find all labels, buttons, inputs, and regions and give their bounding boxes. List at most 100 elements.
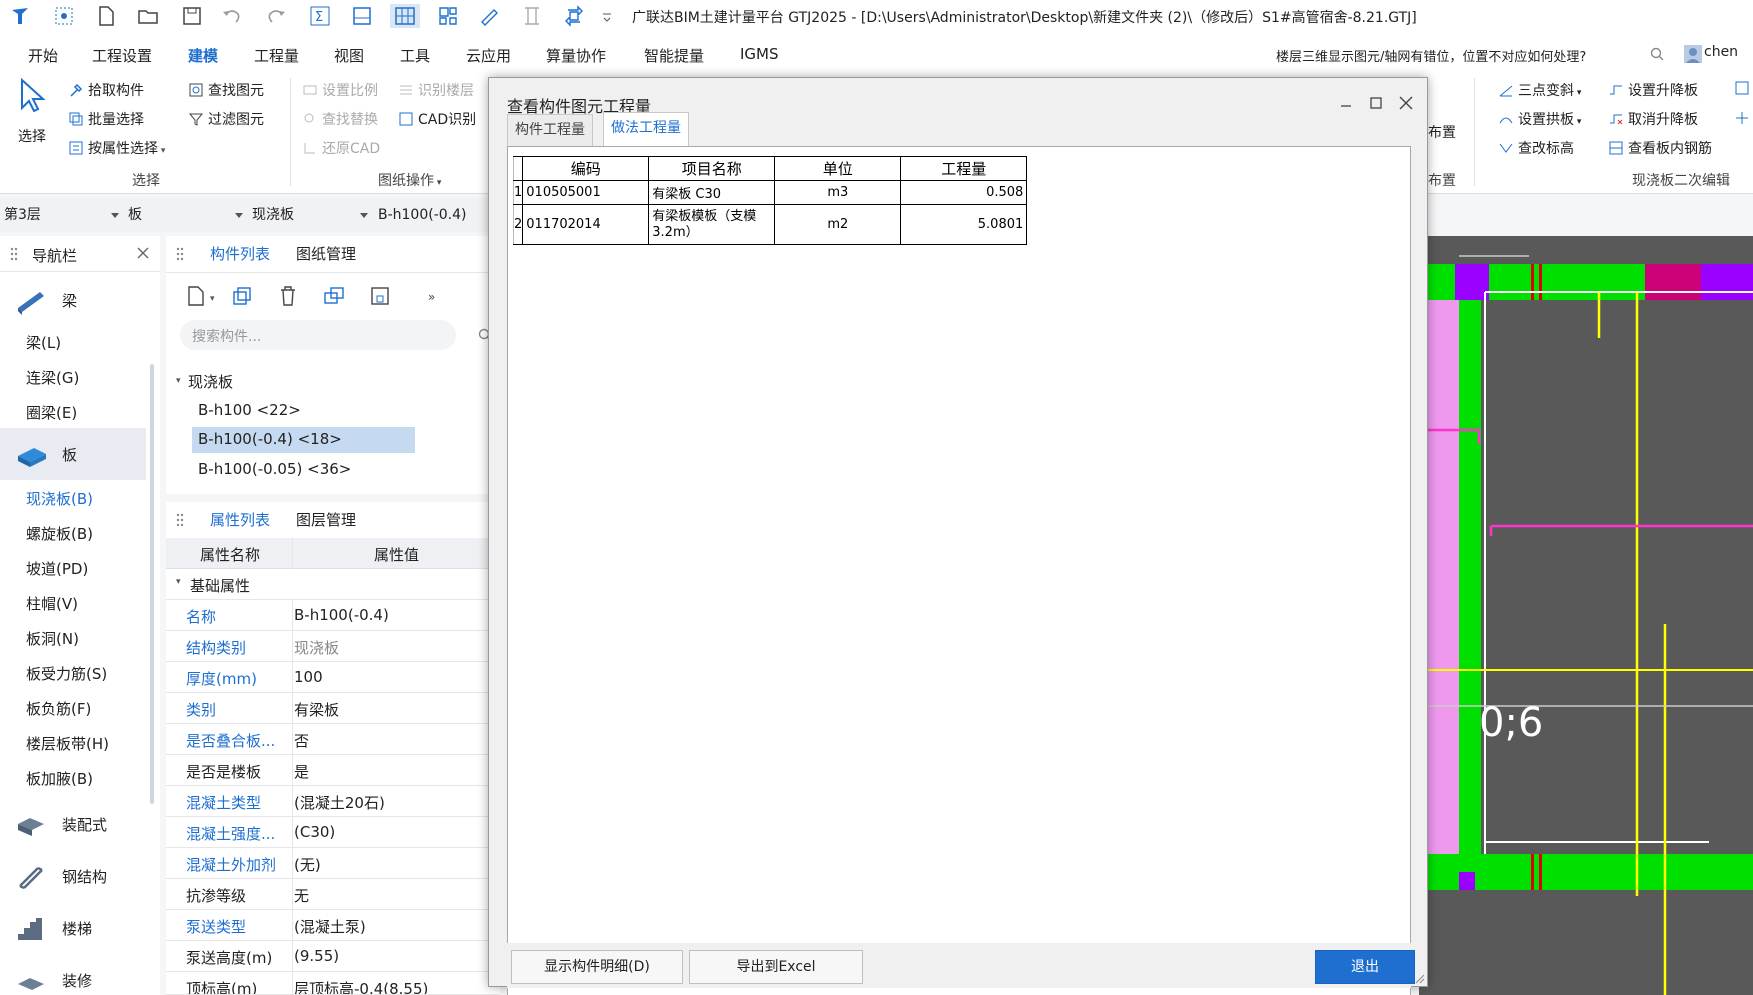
new-file-icon[interactable]	[94, 4, 118, 28]
cancel-raise-button[interactable]: 取消升降板	[1608, 109, 1698, 129]
property-row[interactable]: 名称 B-h100(-0.4)	[166, 600, 500, 631]
tree-item-component-selected[interactable]: B-h100(-0.4) <18>	[198, 430, 342, 448]
select-frame-icon[interactable]	[52, 4, 76, 28]
drag-handle-icon[interactable]	[176, 247, 184, 261]
new-component-icon[interactable]	[184, 284, 208, 308]
check-elevation-button[interactable]: 查改标高	[1498, 138, 1574, 158]
property-value[interactable]: 层顶标高-0.4(8.55)	[294, 978, 428, 994]
property-section-basic[interactable]: ▾ 基础属性	[166, 569, 500, 600]
property-value[interactable]: B-h100(-0.4)	[294, 606, 389, 624]
property-value[interactable]: 100	[294, 668, 323, 686]
menu-view[interactable]: 视图	[334, 45, 364, 66]
property-row[interactable]: 类别 有梁板	[166, 693, 500, 724]
drawing-canvas[interactable]: 0;6	[1419, 236, 1753, 995]
property-row[interactable]: 混凝土类型 (混凝土20石)	[166, 786, 500, 817]
set-scale-button[interactable]: 设置比例	[302, 80, 378, 100]
nav-item-spiral-slab[interactable]: 螺旋板(B)	[26, 523, 93, 544]
table-row[interactable]: 1 010505001 有梁板 C30 m3 0.508	[512, 180, 1028, 205]
more-tools-icon[interactable]	[1734, 110, 1750, 126]
property-value[interactable]: (9.55)	[294, 947, 339, 965]
grid-icon[interactable]	[390, 4, 420, 28]
nav-scrollbar[interactable]	[150, 364, 154, 804]
nav-item-floor-strip[interactable]: 楼层板带(H)	[26, 733, 109, 754]
view-rebar-button[interactable]: 查看板内钢筋	[1608, 138, 1712, 158]
table-row[interactable]: 2 011702014 有梁板模板（支模3.2m） m2 5.0801	[512, 204, 1028, 245]
nav-category-steel[interactable]: 钢结构	[0, 850, 146, 902]
close-icon[interactable]	[1395, 92, 1417, 114]
menu-quantity[interactable]: 工程量	[254, 45, 299, 66]
nav-item-ring-beam[interactable]: 圈梁(E)	[26, 402, 77, 423]
exit-button[interactable]: 退出	[1315, 950, 1415, 984]
redo-icon[interactable]	[264, 4, 288, 28]
property-value[interactable]: 是	[294, 761, 309, 782]
menu-project-settings[interactable]: 工程设置	[92, 45, 152, 66]
tab-component-quantity[interactable]: 构件工程量	[507, 114, 593, 146]
tab-component-list[interactable]: 构件列表	[210, 236, 270, 272]
filter-element-button[interactable]: 过滤图元	[188, 109, 264, 129]
restore-cad-button[interactable]: 还原CAD	[302, 138, 380, 158]
set-raise-button[interactable]: 设置升降板	[1608, 80, 1698, 100]
delete-icon[interactable]	[276, 284, 300, 308]
show-detail-button[interactable]: 显示构件明细(D)	[511, 950, 683, 984]
identify-floor-button[interactable]: 识别楼层	[398, 80, 486, 100]
tree-root-cast-slab[interactable]: 现浇板	[188, 371, 233, 392]
nav-category-beam[interactable]: 梁	[0, 274, 146, 326]
nav-item-link-beam[interactable]: 连梁(G)	[26, 367, 79, 388]
find-element-button[interactable]: 查找图元	[188, 80, 264, 100]
nav-item-beam[interactable]: 梁(L)	[26, 332, 61, 353]
user-avatar-icon[interactable]	[1684, 45, 1702, 63]
set-arch-button[interactable]: 设置拱板 ▾	[1498, 109, 1581, 129]
chevron-down-icon[interactable]: ▾	[210, 294, 215, 304]
edit-pen-icon[interactable]	[478, 4, 502, 28]
property-value[interactable]: 无	[294, 885, 309, 906]
category-select[interactable]: 板	[128, 198, 246, 232]
nav-category-stairs[interactable]: 楼梯	[0, 902, 146, 954]
more-tools-icon[interactable]	[1734, 80, 1750, 96]
nav-item-slab-hole[interactable]: 板洞(N)	[26, 628, 79, 649]
help-search-input[interactable]: 楼层三维显示图元/轴网有错位，位置不对应如何处理?	[1276, 46, 1640, 65]
tab-method-quantity[interactable]: 做法工程量	[603, 112, 689, 146]
export-excel-button[interactable]: 导出到Excel	[689, 950, 863, 984]
save-template-icon[interactable]	[368, 284, 392, 308]
batch-select-button[interactable]: 批量选择	[68, 109, 144, 129]
sum-icon[interactable]: Σ	[308, 4, 332, 28]
property-value[interactable]: (C30)	[294, 823, 335, 841]
menu-igms[interactable]: IGMS	[740, 45, 779, 63]
layout-icon[interactable]	[436, 4, 460, 28]
property-value[interactable]: 有梁板	[294, 699, 339, 720]
column-icon[interactable]	[520, 4, 544, 28]
menu-tools[interactable]: 工具	[400, 45, 430, 66]
save-icon[interactable]	[180, 4, 204, 28]
cad-identify-button[interactable]: CAD识别	[398, 109, 486, 129]
select-button-label[interactable]: 选择	[18, 126, 46, 146]
maximize-icon[interactable]	[1365, 92, 1387, 114]
property-row[interactable]: 混凝土强度... (C30)	[166, 817, 500, 848]
search-component-input[interactable]: 搜索构件...	[180, 320, 456, 350]
nav-item-slab-haunch[interactable]: 板加腋(B)	[26, 768, 93, 789]
property-row[interactable]: 泵送类型 (混凝土泵)	[166, 910, 500, 941]
tab-drawing-management[interactable]: 图纸管理	[296, 236, 356, 272]
pick-component-button[interactable]: 拾取构件	[68, 80, 144, 100]
component-select[interactable]: B-h100(-0.4)	[378, 198, 496, 232]
tab-layer-management[interactable]: 图层管理	[296, 502, 356, 538]
property-row[interactable]: 是否是楼板 是	[166, 755, 500, 786]
property-value[interactable]: (混凝土20石)	[294, 792, 385, 813]
resize-grip-icon[interactable]	[1415, 974, 1425, 984]
floor-select[interactable]: 第3层	[4, 198, 122, 232]
tab-property-list[interactable]: 属性列表	[210, 502, 270, 538]
property-value[interactable]: 否	[294, 730, 309, 751]
open-folder-icon[interactable]	[136, 4, 160, 28]
property-row[interactable]: 抗渗等级 无	[166, 879, 500, 910]
property-row[interactable]: 混凝土外加剂 (无)	[166, 848, 500, 879]
menu-smart-extract[interactable]: 智能提量	[644, 45, 704, 66]
drag-handle-icon[interactable]	[10, 247, 18, 261]
tree-item-component[interactable]: B-h100(-0.05) <36>	[198, 460, 351, 478]
drawing-icon[interactable]	[350, 4, 374, 28]
type-select[interactable]: 现浇板	[252, 198, 370, 232]
nav-item-slab-main-rebar[interactable]: 板受力筋(S)	[26, 663, 107, 684]
copy-component-icon[interactable]	[230, 284, 254, 308]
sync-icon[interactable]	[562, 4, 586, 28]
property-row[interactable]: 结构类别 现浇板	[166, 631, 500, 662]
layer-copy-icon[interactable]	[322, 284, 346, 308]
nav-item-column-cap[interactable]: 柱帽(V)	[26, 593, 78, 614]
